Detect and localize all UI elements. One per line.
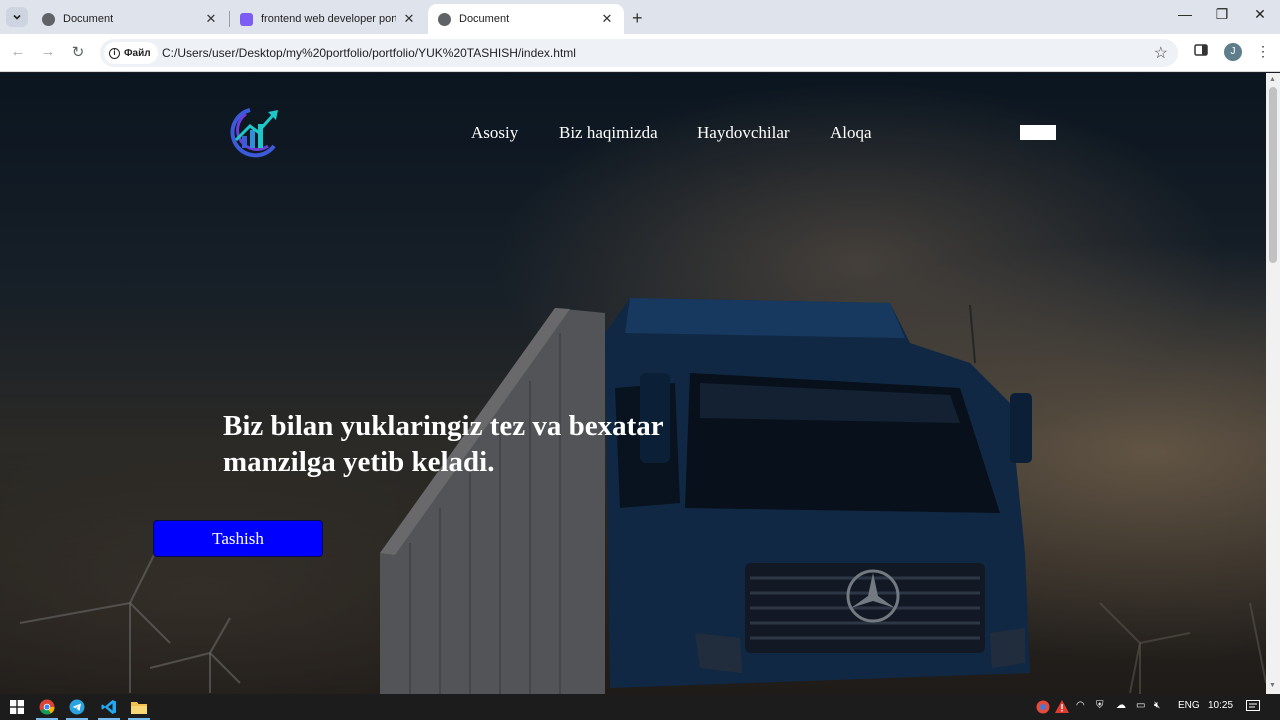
cloud-icon[interactable]: ☁ [1116,700,1126,711]
site-info-chip[interactable]: i Файл [104,42,158,64]
tab-search-button[interactable] [6,7,28,27]
browser-toolbar: ← → ↻ i Файл C:/Users/user/Desktop/my%20… [0,34,1280,72]
close-tab-icon[interactable]: ✕ [402,11,416,27]
forward-icon[interactable]: → [38,43,58,60]
windows-taskbar: ◠ ⛨ ☁ ▭ 🔇︎ ENG 10:25 [0,694,1280,720]
site-info-label: Файл [124,47,151,59]
tab-document-1[interactable]: Document ✕ [32,4,228,34]
browser-tab-strip: Document ✕ frontend web developer portfo… [0,0,1280,34]
chevron-down-icon [13,14,21,20]
close-tab-icon[interactable]: ✕ [204,11,218,27]
url-text[interactable]: C:/Users/user/Desktop/my%20portfolio/por… [162,46,576,60]
nav-link-haydovchilar[interactable]: Haydovchilar [697,123,790,143]
maximize-icon[interactable]: ❐ [1207,6,1237,23]
address-bar[interactable]: i Файл C:/Users/user/Desktop/my%20portfo… [100,39,1178,67]
tab-title: frontend web developer portfolio [261,13,396,25]
wifi-icon[interactable]: ◠ [1076,700,1085,711]
tab-title: Document [63,13,114,25]
scrollbar-thumb[interactable] [1269,87,1277,263]
telegram-icon[interactable] [62,694,92,720]
page-viewport: Asosiy Biz haqimizda Haydovchilar Aloqa … [0,73,1266,694]
vscode-icon[interactable] [94,694,124,720]
nav-link-asosiy[interactable]: Asosiy [471,123,518,143]
company-logo[interactable] [222,106,282,160]
globe-icon [438,12,451,26]
volume-muted-icon[interactable]: 🔇︎ [1154,700,1160,711]
tab-title: Document [459,13,510,25]
tab-portfolio[interactable]: frontend web developer portfolio ✕ [230,4,426,34]
reload-icon[interactable]: ↻ [68,43,88,61]
close-tab-icon[interactable]: ✕ [600,11,614,27]
hero-dark-overlay [0,73,1266,694]
battery-icon[interactable]: ▭ [1136,700,1145,711]
side-panel-icon[interactable] [1194,43,1208,60]
chrome-icon[interactable] [32,694,62,720]
scroll-up-arrow-icon[interactable]: ▲ [1269,76,1276,83]
profile-avatar[interactable]: J [1224,43,1242,61]
globe-icon [42,12,55,26]
pen-icon [240,12,253,26]
window-close-icon[interactable]: ✕ [1245,6,1275,23]
nav-link-biz-haqimizda[interactable]: Biz haqimizda [559,123,658,143]
header-white-button[interactable] [1020,125,1056,140]
language-indicator[interactable]: ENG [1178,700,1200,711]
minimize-icon[interactable]: — [1170,6,1200,22]
tab-document-active[interactable]: Document ✕ [428,4,624,34]
clock[interactable]: 10:25 [1208,700,1233,711]
file-explorer-icon[interactable] [124,694,154,720]
new-tab-button[interactable]: + [632,8,643,29]
hero-title: Biz bilan yuklaringiz tez va bexatar man… [223,410,664,478]
security-shield-icon[interactable]: ⛨ [1096,700,1104,711]
info-icon: i [109,47,120,59]
tashish-button[interactable]: Tashish [153,520,323,557]
page-scrollbar[interactable]: ▲ ▼ [1266,73,1280,694]
menu-kebab-icon[interactable]: ⋮ [1256,43,1270,60]
windows-start-icon[interactable] [2,694,32,720]
nav-link-aloqa[interactable]: Aloqa [830,123,872,143]
back-icon[interactable]: ← [8,43,28,60]
warning-icon[interactable] [1055,700,1069,716]
tray-app-icon[interactable] [1036,700,1050,717]
notifications-icon[interactable] [1246,700,1260,716]
bookmark-star-icon[interactable]: ☆ [1154,43,1168,63]
scroll-down-arrow-icon[interactable]: ▼ [1269,682,1276,689]
